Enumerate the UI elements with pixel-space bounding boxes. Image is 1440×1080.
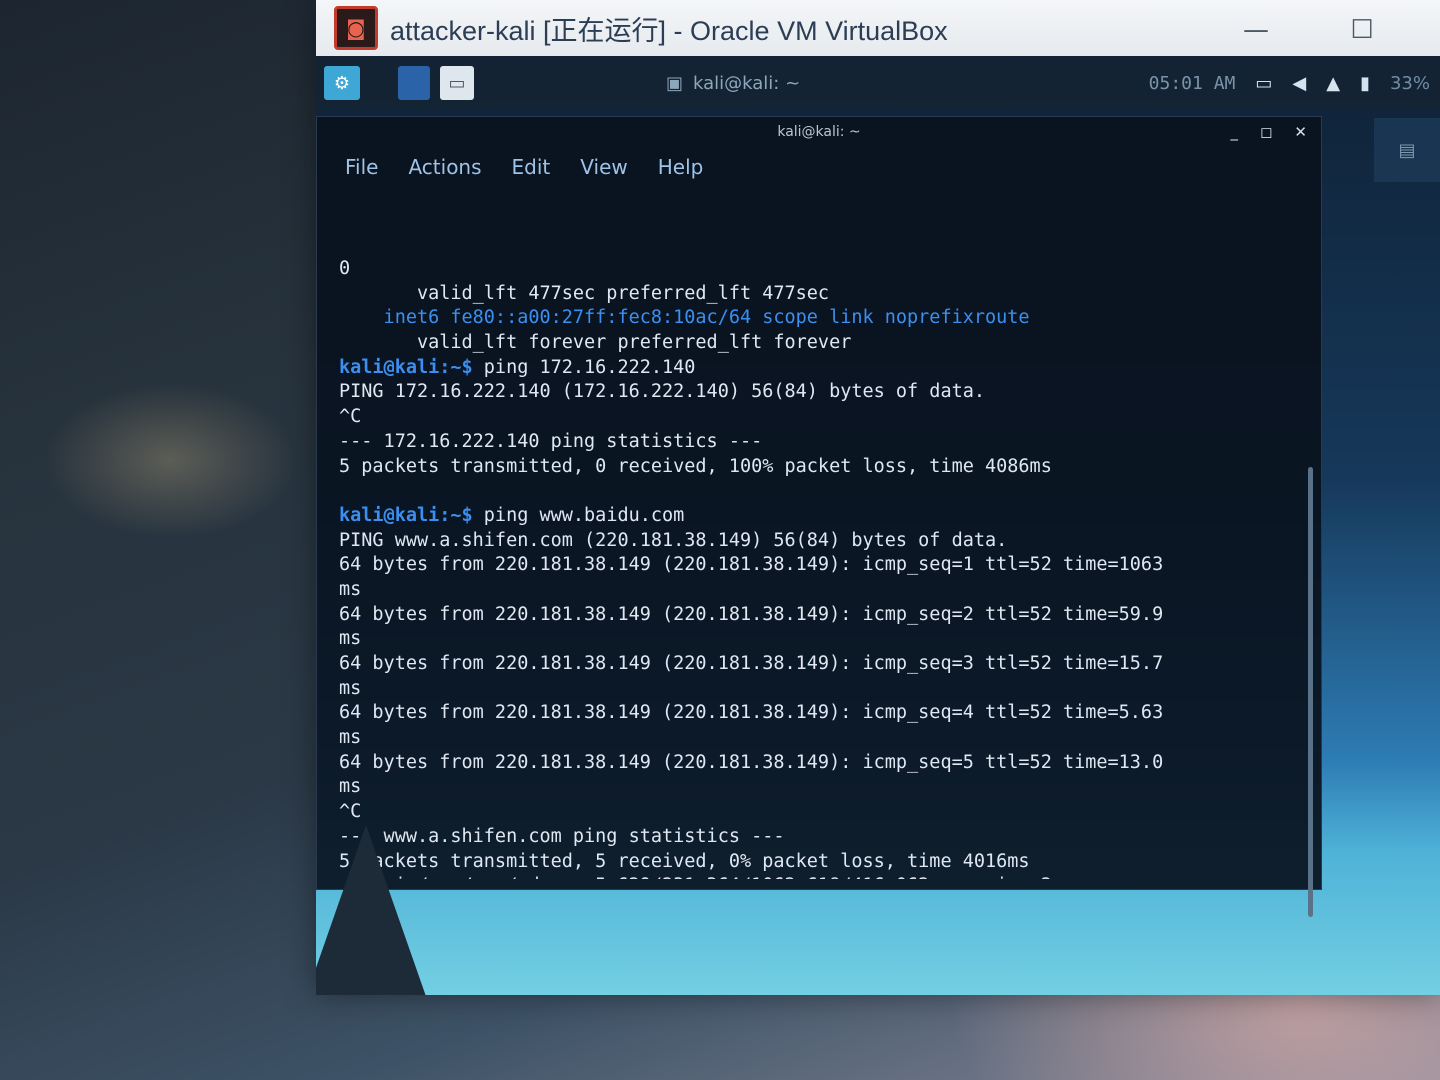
- guest-screen[interactable]: ⚙ ▭ ▣ kali@kali: ~ 05:01 AM ▭ ◀ ▲ ▮ 33% …: [316, 56, 1440, 995]
- terminal-line: rtt min/avg/max/mdev = 5.629/231.364/106…: [339, 874, 1291, 879]
- window-title: attacker-kali [正在运行] - Oracle VM Virtual…: [390, 15, 948, 46]
- terminal-line: valid_lft forever preferred_lft forever: [339, 331, 1291, 356]
- terminal-title: kali@kali: ~: [777, 124, 861, 140]
- output-text: rtt min/avg/max/mdev = 5.629/231.364/106…: [339, 875, 1052, 879]
- kali-menu-icon[interactable]: ⚙: [324, 66, 360, 100]
- terminal-output[interactable]: 0 valid_lft 477sec preferred_lft 477sec …: [339, 257, 1291, 879]
- terminal-menubar: File Actions Edit View Help: [317, 147, 1321, 187]
- terminal-line: inet6 fe80::a00:27ff:fec8:10ac/64 scope …: [339, 306, 1291, 331]
- output-text: 64 bytes from 220.181.38.149 (220.181.38…: [339, 702, 1164, 724]
- terminal-line: 0: [339, 257, 1291, 282]
- desktop-icon[interactable]: [398, 66, 430, 100]
- terminal-line: kali@kali:~$ ping 172.16.222.140: [339, 356, 1291, 381]
- output-text: ms: [339, 727, 362, 749]
- terminal-line: --- 172.16.222.140 ping statistics ---: [339, 430, 1291, 455]
- taskbar-terminal-item[interactable]: ▣ kali@kali: ~: [654, 66, 812, 100]
- minimize-button[interactable]: —: [1226, 10, 1286, 50]
- menu-edit[interactable]: Edit: [512, 155, 551, 179]
- terminal-line: 64 bytes from 220.181.38.149 (220.181.38…: [339, 553, 1291, 578]
- wallpaper-tree: [316, 825, 436, 995]
- side-widget[interactable]: ▤: [1374, 118, 1440, 182]
- folder-icon[interactable]: ▭: [440, 66, 474, 100]
- terminal-line: kali@kali:~$ ping www.baidu.com: [339, 504, 1291, 529]
- output-text: 0: [339, 258, 351, 279]
- terminal-line: ms: [339, 627, 1291, 652]
- output-text: ms: [339, 628, 362, 650]
- virtualbox-titlebar[interactable]: ◙ attacker-kali [正在运行] - Oracle VM Virtu…: [316, 0, 1440, 56]
- terminal-titlebar[interactable]: kali@kali: ~ _ ◻ ✕: [317, 117, 1321, 147]
- shell-prompt: kali@kali:~$: [339, 504, 484, 526]
- terminal-line: ms: [339, 726, 1291, 751]
- output-text: ms: [339, 677, 362, 699]
- output-text: valid_lft forever preferred_lft forever: [339, 332, 852, 354]
- taskbar-terminal-label: kali@kali: ~: [693, 72, 801, 94]
- menu-view[interactable]: View: [580, 155, 627, 179]
- terminal-line: ms: [339, 677, 1291, 702]
- shell-prompt: kali@kali:~$: [339, 356, 484, 378]
- terminal-maximize-icon[interactable]: ◻: [1260, 117, 1272, 147]
- output-text: 64 bytes from 220.181.38.149 (220.181.38…: [339, 554, 1164, 576]
- output-text: ^C: [339, 801, 362, 823]
- output-text: inet6 fe80::a00:27ff:fec8:10ac/64 scope …: [339, 307, 1030, 329]
- output-text: 64 bytes from 220.181.38.149 (220.181.38…: [339, 603, 1164, 625]
- terminal-line: 64 bytes from 220.181.38.149 (220.181.38…: [339, 603, 1291, 628]
- maximize-button[interactable]: ☐: [1332, 10, 1392, 50]
- terminal-line: 5 packets transmitted, 0 received, 100% …: [339, 455, 1291, 480]
- notification-icon[interactable]: ▲: [1326, 73, 1340, 94]
- terminal-line: --- www.a.shifen.com ping statistics ---: [339, 825, 1291, 850]
- battery-level: 33%: [1389, 72, 1430, 94]
- display-icon[interactable]: ▭: [1255, 73, 1272, 94]
- terminal-line: PING www.a.shifen.com (220.181.38.149) 5…: [339, 529, 1291, 554]
- output-text: ms: [339, 776, 362, 798]
- terminal-minimize-icon[interactable]: _: [1230, 117, 1238, 147]
- guest-top-panel: ⚙ ▭ ▣ kali@kali: ~ 05:01 AM ▭ ◀ ▲ ▮ 33%: [316, 56, 1440, 110]
- terminal-line: 5 packets transmitted, 5 received, 0% pa…: [339, 850, 1291, 875]
- volume-icon[interactable]: ◀: [1292, 73, 1306, 94]
- panel-tray: 05:01 AM ▭ ◀ ▲ ▮ 33%: [1149, 56, 1430, 110]
- output-text: 5 packets transmitted, 0 received, 100% …: [339, 455, 1052, 477]
- terminal-line: ^C: [339, 800, 1291, 825]
- output-text: 64 bytes from 220.181.38.149 (220.181.38…: [339, 751, 1164, 773]
- command-text: ping www.baidu.com: [483, 504, 685, 526]
- terminal-line: 64 bytes from 220.181.38.149 (220.181.38…: [339, 701, 1291, 726]
- virtualbox-app-icon: ◙: [334, 6, 378, 50]
- output-text: ^C: [339, 406, 362, 428]
- output-text: ms: [339, 578, 362, 600]
- terminal-line: ms: [339, 578, 1291, 603]
- virtualbox-window: ◙ attacker-kali [正在运行] - Oracle VM Virtu…: [316, 0, 1440, 995]
- terminal-line: ^C: [339, 405, 1291, 430]
- terminal-scrollbar[interactable]: [1308, 467, 1313, 917]
- terminal-line: PING 172.16.222.140 (172.16.222.140) 56(…: [339, 380, 1291, 405]
- terminal-window[interactable]: kali@kali: ~ _ ◻ ✕ File Actions Edit Vie…: [316, 116, 1322, 917]
- terminal-close-icon[interactable]: ✕: [1294, 117, 1307, 147]
- menu-actions[interactable]: Actions: [408, 155, 481, 179]
- output-text: valid_lft 477sec preferred_lft 477sec: [339, 282, 830, 304]
- terminal-line: valid_lft 477sec preferred_lft 477sec: [339, 282, 1291, 307]
- command-text: ping 172.16.222.140: [483, 356, 696, 378]
- output-text: 5 packets transmitted, 5 received, 0% pa…: [339, 850, 1030, 872]
- terminal-line: 64 bytes from 220.181.38.149 (220.181.38…: [339, 652, 1291, 677]
- terminal-task-icon: ▣: [666, 72, 684, 94]
- menu-file[interactable]: File: [345, 155, 378, 179]
- panel-clock: 05:01 AM: [1148, 72, 1236, 94]
- menu-help[interactable]: Help: [658, 155, 704, 179]
- output-text: --- 172.16.222.140 ping statistics ---: [339, 430, 763, 452]
- terminal-line: 64 bytes from 220.181.38.149 (220.181.38…: [339, 751, 1291, 776]
- battery-icon[interactable]: ▮: [1360, 73, 1370, 94]
- output-text: PING 172.16.222.140 (172.16.222.140) 56(…: [339, 381, 986, 403]
- output-text: PING www.a.shifen.com (220.181.38.149) 5…: [339, 529, 1008, 551]
- terminal-line: ms: [339, 775, 1291, 800]
- output-text: 64 bytes from 220.181.38.149 (220.181.38…: [339, 653, 1164, 674]
